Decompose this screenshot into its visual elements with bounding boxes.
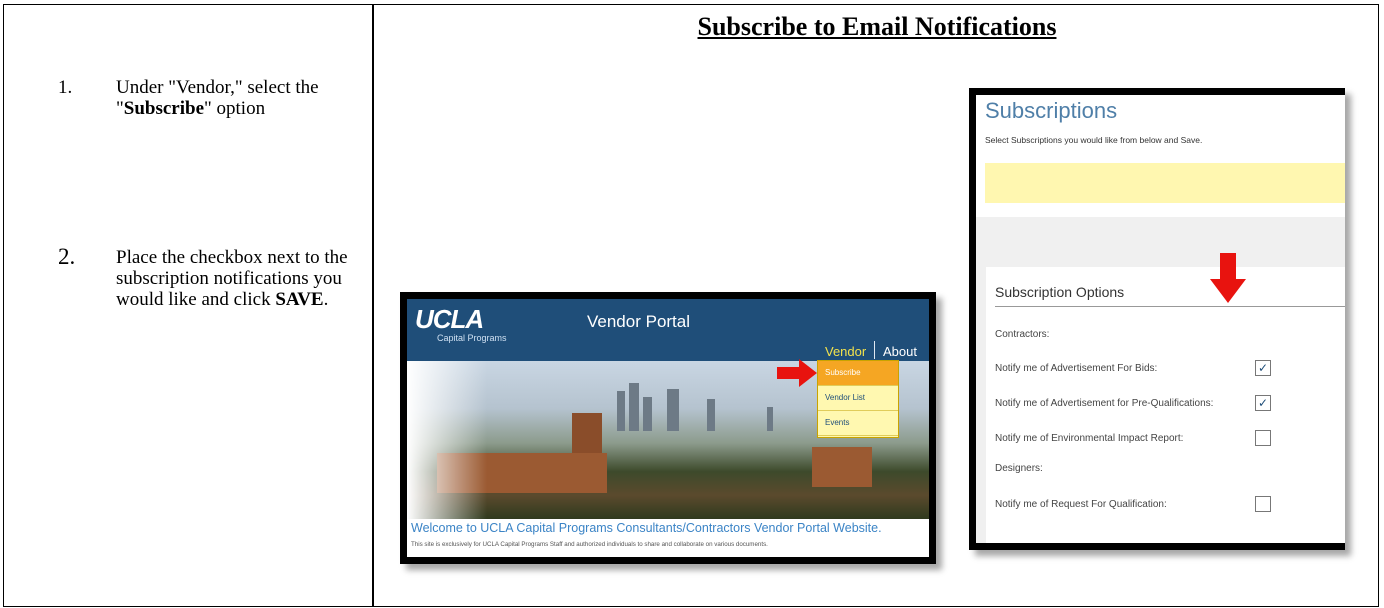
- option-label-eir: Notify me of Environmental Impact Report…: [995, 433, 1184, 444]
- notice-banner: [985, 163, 1345, 203]
- ucla-logo: UCLA: [415, 304, 484, 334]
- subscriptions-instruction: Select Subscriptions you would like from…: [985, 135, 1203, 145]
- nav-about[interactable]: About: [883, 344, 917, 359]
- card-title: Subscription Options: [995, 284, 1125, 300]
- option-label-prequal: Notify me of Advertisement for Pre-Quali…: [995, 398, 1214, 409]
- menu-item-subscribe[interactable]: Subscribe: [818, 361, 898, 386]
- checkbox-prequal[interactable]: ✓: [1255, 395, 1271, 411]
- portal-title: Vendor Portal: [587, 312, 691, 331]
- page-heading: Subscribe to Email Notifications: [697, 12, 1057, 41]
- subscriptions-header: Subscriptions Select Subscriptions you w…: [976, 95, 1345, 217]
- menu-item-events[interactable]: Events: [818, 411, 898, 436]
- step-1-text: Under "Vendor," select the "Subscribe" o…: [116, 77, 319, 119]
- option-label-bids: Notify me of Advertisement For Bids:: [995, 363, 1158, 374]
- welcome-text: Welcome to UCLA Capital Programs Consult…: [411, 521, 882, 535]
- red-arrow-down-icon: [1210, 253, 1246, 303]
- designers-label: Designers:: [995, 463, 1043, 474]
- nav-separator: [874, 341, 875, 359]
- vendor-dropdown-menu: Subscribe Vendor List Events: [817, 360, 899, 438]
- nav-vendor[interactable]: Vendor: [825, 344, 866, 359]
- column-divider: [372, 4, 374, 607]
- step-2-text: Place the checkbox next to the subscript…: [116, 247, 348, 310]
- checkbox-rfq[interactable]: [1255, 496, 1271, 512]
- step-2-number: 2.: [58, 244, 76, 269]
- subscriptions-title: Subscriptions: [985, 98, 1118, 123]
- vendor-portal-screenshot: UCLA Capital Programs Vendor Portal Vend…: [400, 292, 936, 564]
- vendor-portal-page: UCLA Capital Programs Vendor Portal Vend…: [407, 299, 929, 557]
- subscription-options-card: Subscription Options Contractors: Notify…: [986, 267, 1345, 543]
- menu-item-vendor-list[interactable]: Vendor List: [818, 386, 898, 411]
- subscriptions-screenshot: Subscriptions Select Subscriptions you w…: [969, 88, 1345, 550]
- portal-description: This site is exclusively for UCLA Capita…: [411, 541, 768, 548]
- option-label-rfq: Notify me of Request For Qualification:: [995, 499, 1167, 510]
- checkbox-bids[interactable]: ✓: [1255, 360, 1271, 376]
- portal-header: UCLA Capital Programs Vendor Portal Vend…: [407, 299, 929, 361]
- subscriptions-page: Subscriptions Select Subscriptions you w…: [976, 95, 1345, 543]
- checkbox-eir[interactable]: [1255, 430, 1271, 446]
- step-1-number: 1.: [58, 77, 73, 98]
- logo-subtitle: Capital Programs: [437, 333, 507, 343]
- red-arrow-right-icon: [777, 359, 817, 387]
- contractors-label: Contractors:: [995, 329, 1050, 340]
- card-divider: [995, 306, 1345, 307]
